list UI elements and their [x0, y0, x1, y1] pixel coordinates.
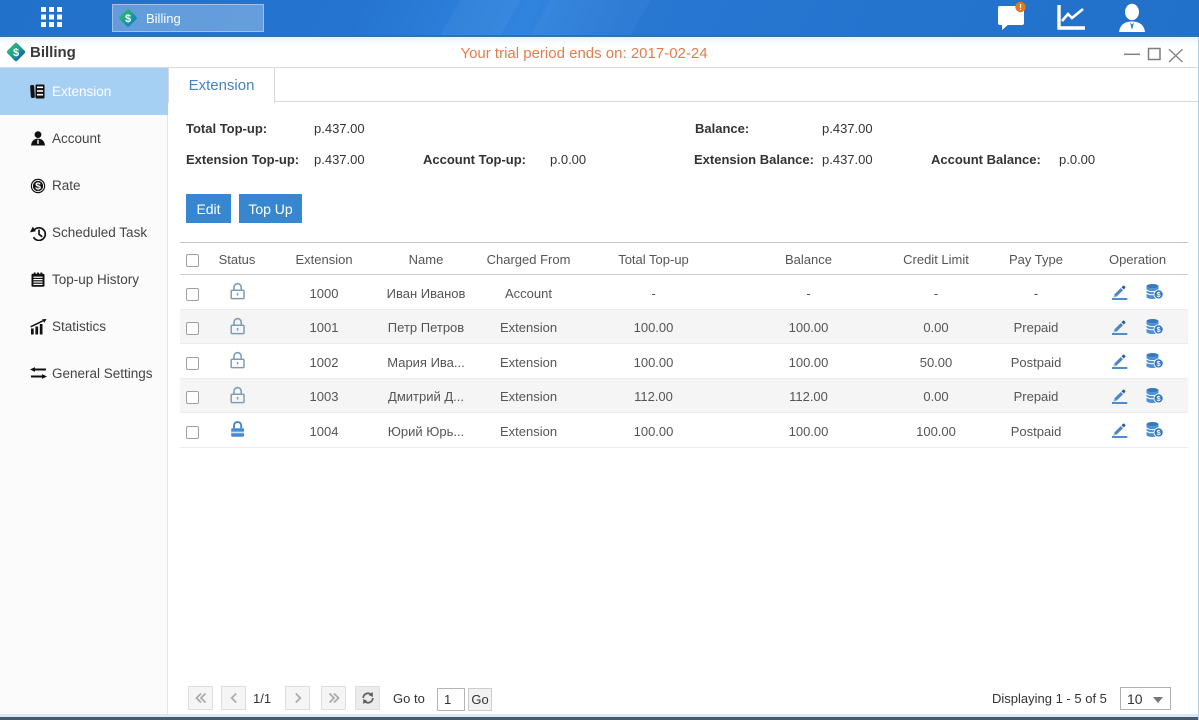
svg-text:$: $ [35, 181, 41, 193]
svg-text:$: $ [125, 13, 131, 25]
svg-text:!: ! [1019, 2, 1022, 12]
